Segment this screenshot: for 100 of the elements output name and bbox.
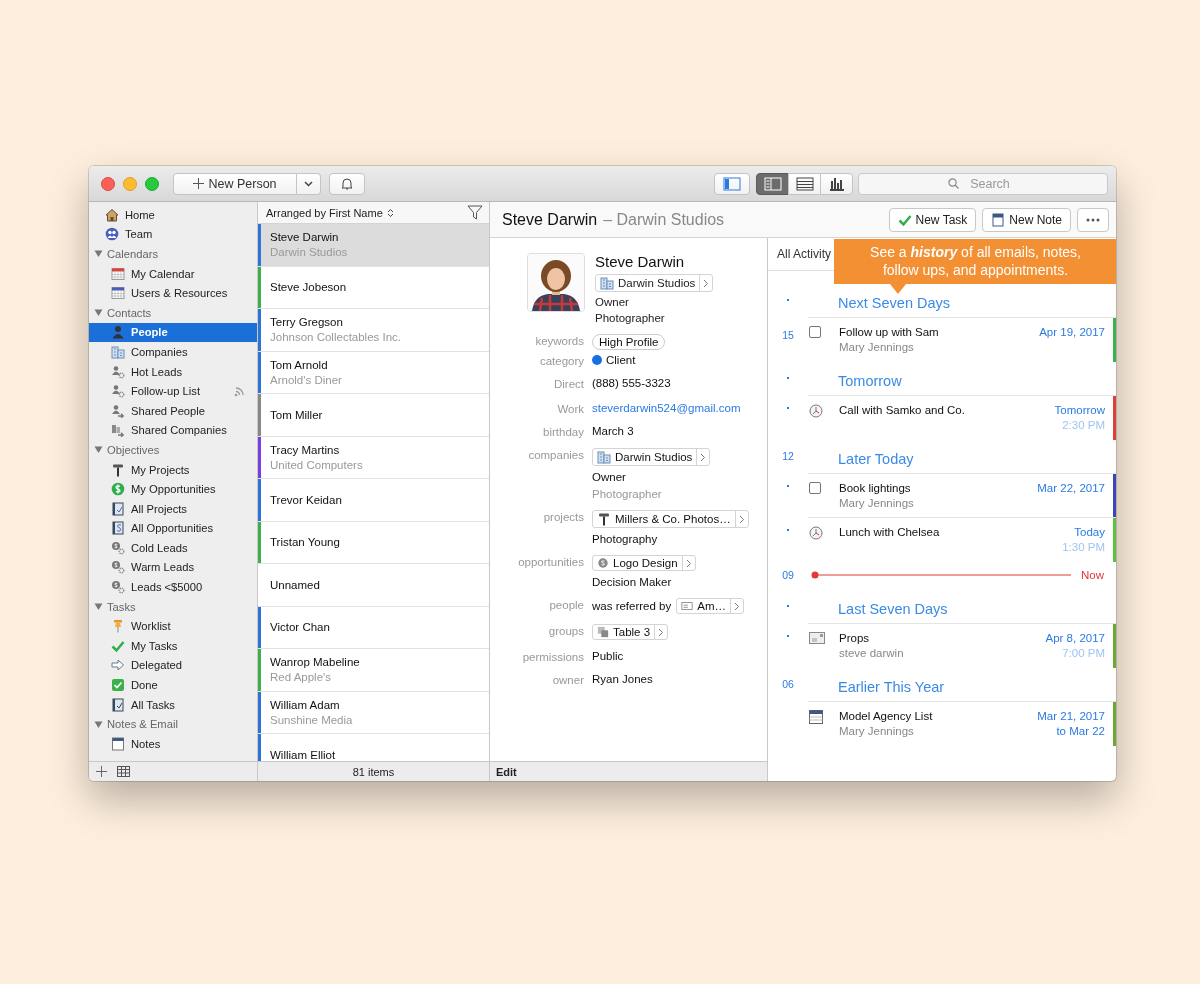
contact-item[interactable]: Tom Arnold Arnold's Diner [258,351,489,394]
section-heading: Earlier This Year [838,679,945,697]
now-label: Now [1081,569,1104,581]
view-toggle[interactable] [756,172,789,195]
link-chip[interactable]: Millers & Co. Photos… [592,510,749,528]
sidebar-item[interactable]: Users & Resources [89,283,257,303]
sidebar-item[interactable]: Notes [89,734,257,754]
filter-icon[interactable] [467,205,483,220]
new-person-button[interactable]: New Person [173,172,297,195]
check-icon [111,638,125,653]
sidebar-item[interactable]: Shared Companies [89,420,257,441]
activity-title: Props [839,632,870,644]
section-header[interactable]: Contacts [89,302,257,323]
email-link[interactable]: steverdarwin524@gmail.com [592,402,741,414]
contact-item[interactable]: Victor Chan [258,606,489,649]
contact-name: Trevor Keidan [270,493,342,506]
sidebar-item[interactable]: Shared People [89,400,257,421]
link-chip[interactable]: Darwin Studios [592,448,711,466]
sidebar-item[interactable]: All Tasks [89,694,257,715]
notifications-button[interactable] [329,172,365,195]
contact-name: Tristan Young [270,536,340,549]
contact-item[interactable]: Wanrop Mabeline Red Apple's [258,649,489,692]
checkbox[interactable] [809,482,821,494]
sidebar-item[interactable]: Warm Leads [89,557,257,578]
calendar-icon [111,286,125,301]
company-chip[interactable]: Darwin Studios [595,274,714,292]
company-name: Sunshine Media [270,713,353,726]
contact-name: William Elliot [270,748,336,761]
link-chip[interactable]: Table 3 [592,624,669,640]
edit-button[interactable]: Edit [496,765,517,778]
section-header[interactable]: Tasks [89,596,257,617]
contact-item[interactable]: Steve Darwin Darwin Studios [258,224,489,267]
sidebar-item[interactable]: Hot Leads [89,361,257,382]
contact-name: Unnamed [270,578,320,591]
company-name: Darwin Studios [270,246,348,259]
field-value: Photography [592,533,658,545]
job-title: Owner [595,296,629,308]
view-toggle[interactable] [820,172,853,195]
zoom-button[interactable] [145,176,159,191]
contact-name: Wanrop Mabeline [270,656,360,669]
sidebar-item[interactable]: Companies [89,342,257,362]
item-count: 81 items [352,765,395,778]
section-header[interactable]: Calendars [89,244,257,264]
contact-item[interactable]: Steve Jobeson [258,266,489,309]
sidebar-item[interactable]: Worklist [89,616,257,637]
new-task-button[interactable]: New Task [888,207,977,232]
sidebar-toggle[interactable] [714,172,750,195]
sidebar-item[interactable]: All Projects [89,498,257,519]
sidebar-item[interactable]: Team [89,224,257,245]
sidebar-item[interactable]: All Opportunities [89,518,257,539]
coin-icon [597,557,609,569]
sidebar-item[interactable]: My Calendar [89,263,257,284]
coin-gear-icon [111,540,125,555]
callout: See a history of all emails, notes, follow ups, and appointments. [834,239,1116,284]
contact-item[interactable]: Terry Gregson Johnson Collectables Inc. [258,309,489,352]
link-chip[interactable]: Am… [676,598,744,614]
activity-date: Apr 8, 2017 [1045,632,1105,644]
contact-item[interactable]: Trevor Keidan [258,479,489,522]
field-label: birthday [542,425,584,438]
close-button[interactable] [101,176,115,191]
contact-item[interactable]: Tom Miller [258,394,489,437]
link-chip[interactable]: Logo Design [592,555,696,571]
search-field[interactable]: Search [858,172,1108,195]
ruler-label: 12 [782,450,794,462]
sidebar-item[interactable]: My Tasks [89,636,257,656]
plus-icon [193,178,205,189]
sidebar-item[interactable]: My Opportunities [89,479,257,499]
section-heading: Later Today [838,451,914,469]
activity-filter[interactable]: All Activity [777,247,831,261]
sidebar-item[interactable]: People [89,322,257,343]
contact-item[interactable]: William Adam Sunshine Media [258,691,489,734]
contact-item[interactable]: Unnamed [258,564,489,607]
sidebar-item[interactable]: Delegated [89,655,257,676]
section-header[interactable]: Notes & Email [89,714,257,735]
field-label: category [538,354,584,367]
notes-icon [111,736,125,751]
field-label: people [548,598,584,613]
calendar-icon [111,266,125,281]
grid-icon[interactable] [117,766,130,777]
sidebar-item[interactable]: Follow-up List [89,381,257,401]
clock-icon [809,526,823,540]
view-toggle[interactable] [788,172,821,195]
new-note-button[interactable]: New Note [982,207,1071,232]
section-header[interactable]: Objectives [89,440,257,460]
group-icon [597,626,609,638]
field-label: Work [556,402,584,415]
sidebar-item[interactable]: Home [89,205,257,225]
sidebar-item[interactable]: Done [89,675,257,695]
contact-item[interactable]: Tracy Martins United Computers [258,436,489,479]
chevron-icon [734,601,740,611]
sidebar-item[interactable]: My Projects [89,459,257,480]
sidebar-item[interactable]: Leads <$5000 [89,577,257,597]
checkbox[interactable] [809,326,821,338]
field-value: Ryan Jones [592,673,653,685]
sidebar-item[interactable]: Cold Leads [89,538,257,558]
contact-item[interactable]: Tristan Young [258,521,489,564]
add-icon[interactable] [96,766,107,777]
field-value: Decision Maker [592,576,672,588]
dropdown-button[interactable] [297,172,321,195]
record-subtitle: – Darwin Studios [603,210,725,229]
